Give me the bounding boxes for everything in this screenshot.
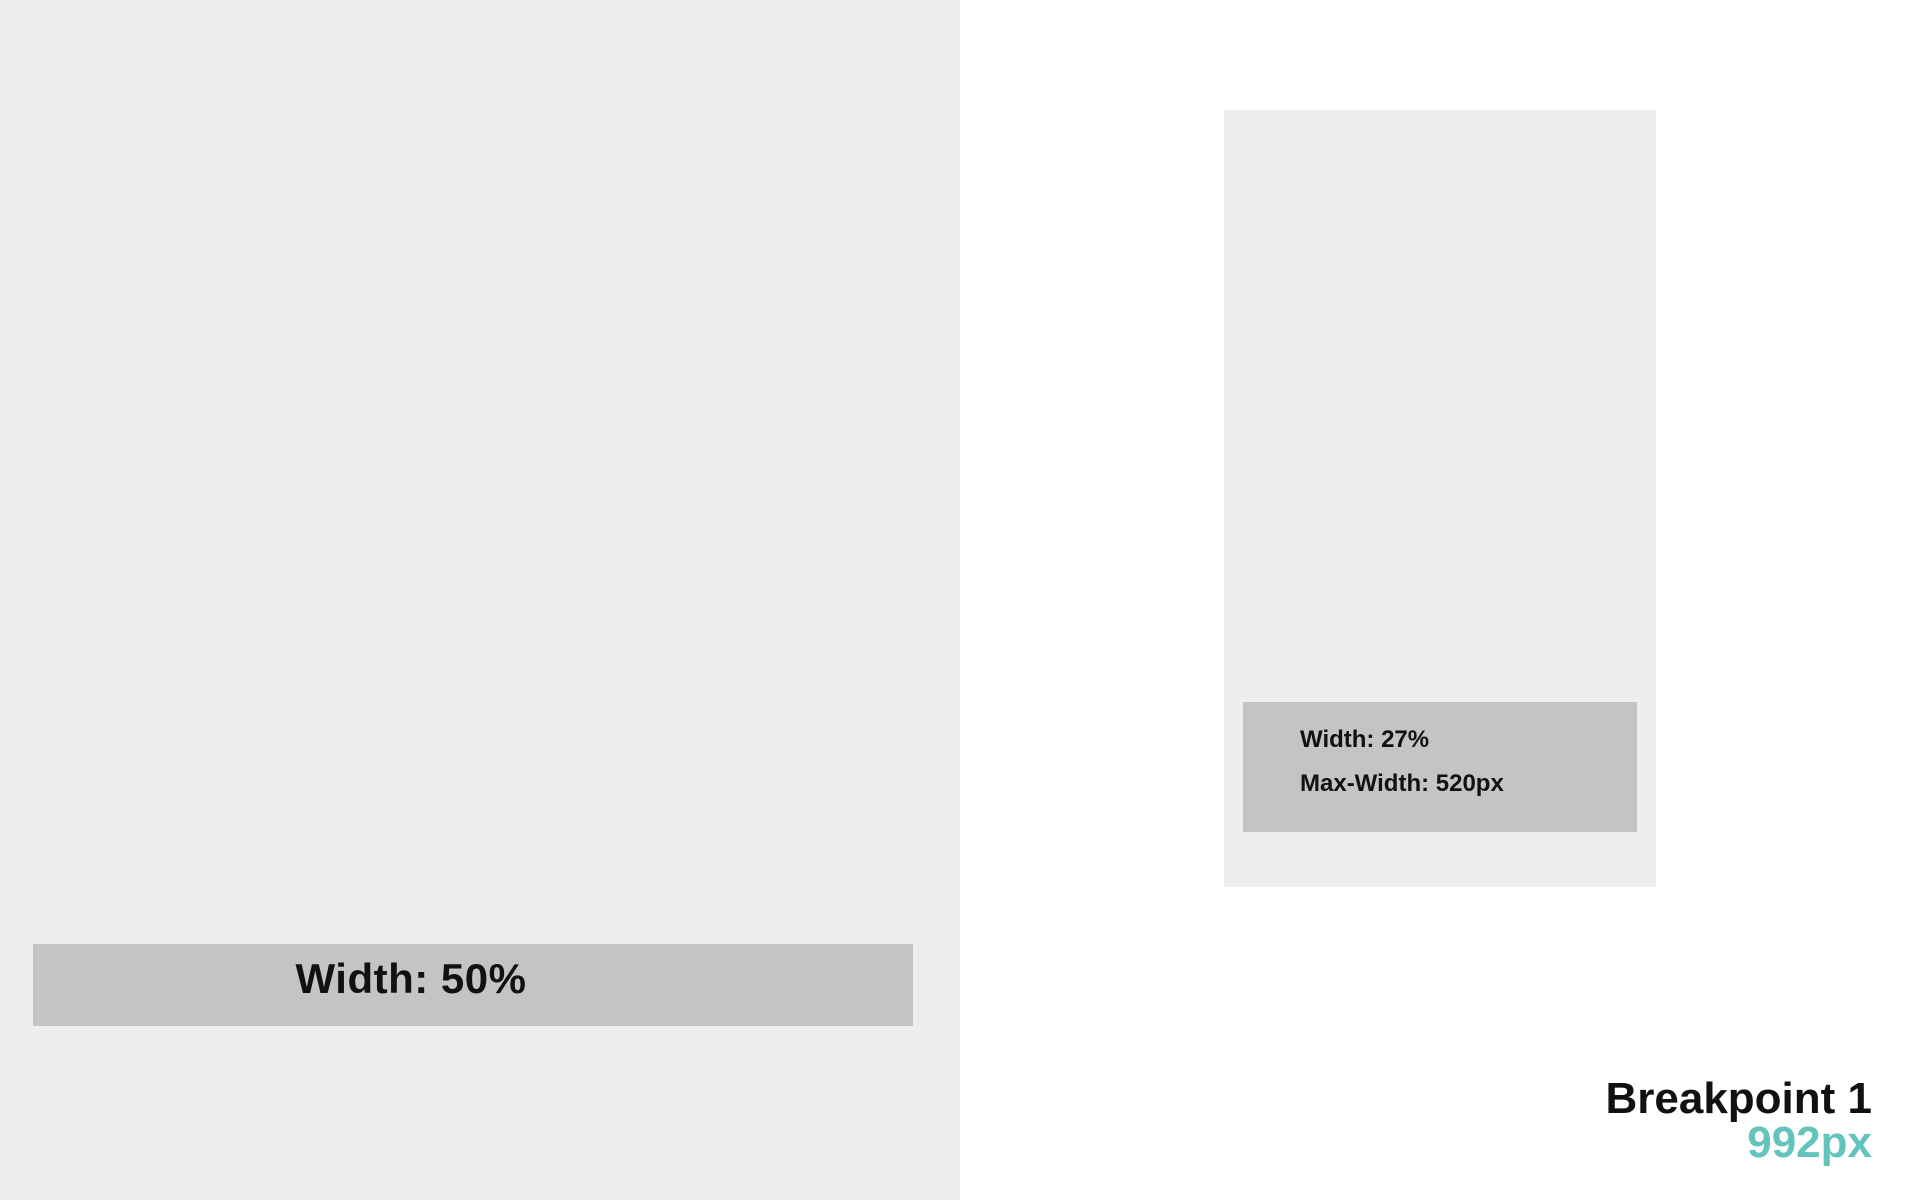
- phone-frame: Width: 27% Max-Width: 520px: [1224, 110, 1656, 887]
- width-50-bar: Width: 50%: [33, 944, 913, 1026]
- canvas: Width: 50% Width: 27% Max-Width: 520px B…: [0, 0, 1920, 1200]
- max-width-label: Max-Width: 520px: [1300, 770, 1504, 797]
- left-panel: Width: 50%: [0, 0, 960, 1200]
- width-27-label: Width: 27%: [1300, 726, 1430, 753]
- width-50-label: Width: 50%: [295, 955, 527, 1002]
- width-27-bar: Width: 27% Max-Width: 520px: [1243, 702, 1637, 832]
- breakpoint-size: 992px: [1747, 1118, 1872, 1167]
